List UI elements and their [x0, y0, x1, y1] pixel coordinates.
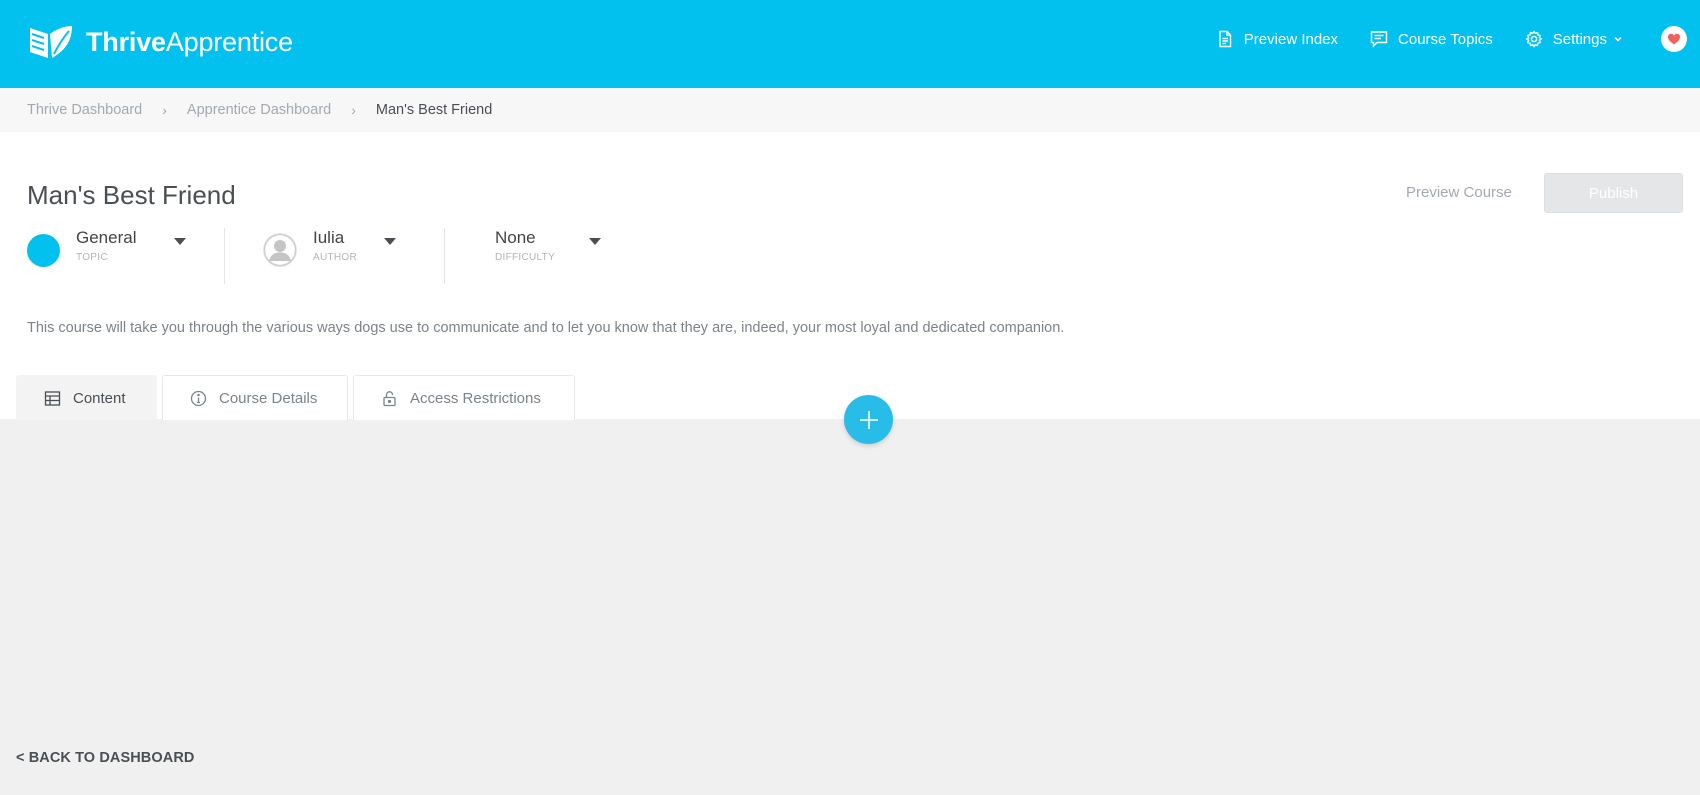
difficulty-caret-down-icon[interactable] — [589, 238, 601, 245]
topic-selector[interactable]: General TOPIC — [76, 228, 136, 286]
difficulty-label: DIFFICULTY — [495, 252, 556, 263]
divider — [444, 228, 445, 284]
speech-bubble-icon — [1370, 31, 1388, 48]
settings-menu[interactable]: Settings — [1525, 30, 1623, 48]
course-topics-label: Course Topics — [1398, 30, 1493, 48]
tab-access-restrictions-label: Access Restrictions — [410, 389, 541, 407]
divider — [224, 228, 225, 284]
settings-label: Settings — [1552, 30, 1607, 48]
author-label: AUTHOR — [313, 252, 358, 263]
topic-caret-down-icon[interactable] — [174, 238, 186, 245]
breadcrumb: Thrive Dashboard › Apprentice Dashboard … — [0, 88, 1700, 132]
open-book-leaf-icon — [30, 26, 72, 58]
top-header: ThriveApprentice Preview Index Course To… — [0, 0, 1700, 88]
brand-name: ThriveApprentice — [86, 26, 293, 57]
topic-color-swatch — [27, 234, 60, 267]
author-avatar — [263, 233, 297, 267]
topic-label: TOPIC — [76, 252, 108, 263]
header-nav: Preview Index Course Topics Settings — [1216, 0, 1700, 78]
tab-course-details[interactable]: Course Details — [162, 375, 348, 420]
difficulty-selector[interactable]: None DIFFICULTY — [495, 228, 555, 286]
breadcrumb-separator: › — [162, 102, 167, 118]
page-title[interactable]: Man's Best Friend — [27, 180, 236, 211]
publish-button[interactable]: Publish — [1544, 173, 1683, 213]
tab-content[interactable]: Content — [16, 375, 157, 420]
chevron-down-icon — [1614, 36, 1622, 42]
tab-course-details-label: Course Details — [219, 389, 318, 407]
course-header-panel: Man's Best Friend Preview Course Publish… — [0, 132, 1700, 420]
course-topics-link[interactable]: Course Topics — [1370, 30, 1493, 48]
preview-index-link[interactable]: Preview Index — [1216, 30, 1338, 48]
author-caret-down-icon[interactable] — [384, 238, 396, 245]
add-content-button[interactable] — [844, 395, 893, 444]
heart-icon — [1668, 33, 1680, 45]
breadcrumb-separator: › — [351, 102, 356, 118]
brand-logo[interactable]: ThriveApprentice — [28, 22, 293, 62]
tab-content-label: Content — [73, 389, 126, 407]
lock-icon — [383, 390, 396, 406]
document-icon — [1219, 30, 1231, 48]
preview-course-link[interactable]: Preview Course — [1406, 184, 1512, 201]
back-to-dashboard-link[interactable]: < BACK TO DASHBOARD — [16, 750, 194, 766]
difficulty-value: None — [495, 228, 536, 247]
info-icon — [190, 390, 207, 406]
gear-icon — [1525, 30, 1543, 48]
plus-icon — [859, 410, 878, 429]
course-tabs: Content Course Details Access Restrictio… — [16, 375, 580, 420]
table-icon — [44, 390, 61, 406]
course-description[interactable]: This course will take you through the va… — [27, 320, 1064, 336]
tab-access-restrictions[interactable]: Access Restrictions — [353, 375, 575, 420]
preview-index-label: Preview Index — [1243, 30, 1339, 48]
breadcrumb-current-course: Man's Best Friend — [375, 102, 493, 118]
user-silhouette-icon — [263, 233, 297, 267]
breadcrumb-apprentice-dashboard[interactable]: Apprentice Dashboard — [187, 102, 331, 118]
author-value: Iulia — [313, 228, 345, 247]
topic-value: General — [76, 228, 137, 247]
heart-button[interactable] — [1661, 26, 1687, 52]
author-selector[interactable]: Iulia AUTHOR — [313, 228, 357, 286]
breadcrumb-thrive-dashboard[interactable]: Thrive Dashboard — [27, 102, 142, 118]
